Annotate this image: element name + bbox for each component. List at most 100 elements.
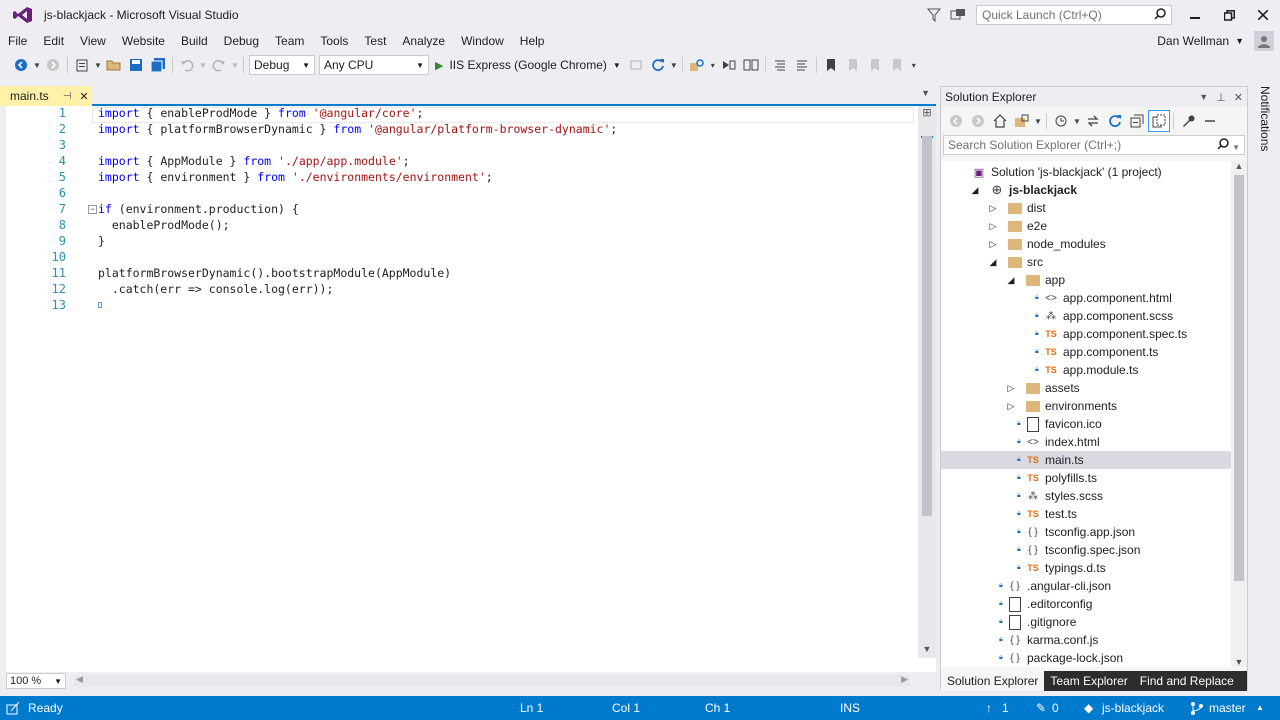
menu-window[interactable]: Window bbox=[453, 30, 512, 52]
feedback-icon[interactable] bbox=[946, 3, 970, 27]
close-button[interactable] bbox=[1246, 0, 1280, 30]
restore-button[interactable] bbox=[1212, 0, 1246, 30]
git-branch-icon[interactable] bbox=[1190, 696, 1204, 720]
tree-item[interactable]: 🔒︎ TS polyfills.ts bbox=[941, 469, 1231, 487]
tree-item[interactable]: ▣ Solution 'js-blackjack' (1 project) bbox=[941, 163, 1231, 181]
chevron-down-icon[interactable]: ▼ bbox=[669, 54, 679, 76]
code-line[interactable]: if (environment.production) { bbox=[98, 202, 299, 216]
collapse-all-icon[interactable] bbox=[1126, 110, 1148, 132]
tree-item[interactable]: 🔒︎ ⁂ app.component.scss bbox=[941, 307, 1231, 325]
branch-name[interactable]: master bbox=[1209, 696, 1246, 720]
home-icon[interactable] bbox=[989, 110, 1011, 132]
find-in-files-icon[interactable] bbox=[686, 54, 708, 76]
solution-search-input[interactable]: Search Solution Explorer (Ctrl+;) ▼ bbox=[943, 135, 1245, 155]
browser-link-icon[interactable] bbox=[625, 54, 647, 76]
code-editor[interactable]: 1 2 3 4 5 6 7 8 9 10 11 12 13 − import { enableProdM… bbox=[0, 106, 936, 672]
tree-item[interactable]: 🔒︎ TS app.module.ts bbox=[941, 361, 1231, 379]
refresh-icon[interactable] bbox=[1104, 110, 1126, 132]
save-all-icon[interactable] bbox=[147, 54, 169, 76]
tree-scrollbar[interactable]: ▲ ▼ bbox=[1231, 161, 1247, 667]
collapsed-arrow-icon[interactable]: ▷ bbox=[1005, 383, 1017, 394]
unpushed-count[interactable]: 1 bbox=[1002, 696, 1009, 720]
code-line[interactable]: enableProdMode(); bbox=[98, 218, 230, 232]
redo-icon[interactable] bbox=[208, 54, 230, 76]
collapse-toggle[interactable]: − bbox=[88, 205, 97, 214]
menu-test[interactable]: Test bbox=[356, 30, 394, 52]
pencil-icon[interactable]: ✎ bbox=[1036, 696, 1046, 720]
code-line[interactable]: import { enableProdMode } from '@angular… bbox=[98, 106, 423, 120]
tab-solution-explorer[interactable]: Solution Explorer bbox=[941, 671, 1045, 691]
menu-build[interactable]: Build bbox=[173, 30, 216, 52]
tree-item[interactable]: 🔒︎ favicon.ico bbox=[941, 415, 1231, 433]
tree-item[interactable]: ▷ e2e bbox=[941, 217, 1231, 235]
code-line[interactable]: .catch(err => console.log(err)); bbox=[98, 282, 334, 296]
zoom-select[interactable]: 100 % ▼ bbox=[6, 673, 66, 689]
solution-tree[interactable]: ▣ Solution 'js-blackjack' (1 project) ◢ ⊕ js… bbox=[941, 161, 1231, 667]
tree-item[interactable]: ▷ dist bbox=[941, 199, 1231, 217]
scroll-left-icon[interactable]: ◀ bbox=[76, 674, 83, 685]
tree-item[interactable]: 🔒︎ .gitignore bbox=[941, 613, 1231, 631]
code-line[interactable]: import { environment } from './environme… bbox=[98, 170, 493, 184]
collapsed-arrow-icon[interactable]: ▷ bbox=[987, 221, 999, 232]
chevron-down-icon[interactable]: ▼ bbox=[1235, 36, 1244, 46]
tree-item[interactable]: 🔒︎ ⁂ styles.scss bbox=[941, 487, 1231, 505]
clear-bookmarks-icon[interactable] bbox=[886, 54, 908, 76]
scroll-right-icon[interactable]: ▶ bbox=[901, 674, 908, 685]
arrow-up-icon[interactable]: ↑ bbox=[986, 696, 992, 720]
chevron-down-icon[interactable]: ▼ bbox=[230, 54, 240, 76]
account-area[interactable]: Dan Wellman ▼ bbox=[1157, 30, 1280, 52]
refresh-icon[interactable] bbox=[647, 54, 669, 76]
configuration-select[interactable]: Debug ▼ bbox=[249, 55, 315, 75]
close-icon[interactable]: ✕ bbox=[1234, 91, 1243, 104]
tab-main-ts[interactable]: main.ts ⊣ ✕ bbox=[0, 86, 92, 106]
pin-icon[interactable]: ⊣ bbox=[63, 91, 72, 102]
uncomment-icon[interactable] bbox=[791, 54, 813, 76]
step-icon[interactable] bbox=[718, 54, 740, 76]
filter-icon[interactable] bbox=[922, 3, 946, 27]
pin-icon[interactable]: ⊥ bbox=[1216, 91, 1226, 104]
collapsed-arrow-icon[interactable]: ▷ bbox=[1005, 401, 1017, 412]
tree-item[interactable]: 🔒︎ .editorconfig bbox=[941, 595, 1231, 613]
wrench-icon[interactable] bbox=[1177, 110, 1199, 132]
layout-icon[interactable] bbox=[740, 54, 762, 76]
switch-views-icon[interactable] bbox=[1011, 110, 1033, 132]
chevron-down-icon[interactable]: ▼ bbox=[198, 54, 208, 76]
new-project-icon[interactable] bbox=[71, 54, 93, 76]
editor-vertical-scrollbar[interactable]: ⊞ ▼ bbox=[918, 106, 936, 658]
chevron-up-icon[interactable]: ▲ bbox=[1256, 696, 1264, 720]
chevron-down-icon[interactable]: ▼ bbox=[93, 54, 103, 76]
code-line[interactable]: import { AppModule } from './app/app.mod… bbox=[98, 154, 410, 168]
tree-item[interactable]: 🔒︎ TS typings.d.ts bbox=[941, 559, 1231, 577]
tree-item[interactable]: 🔒︎ { } karma.conf.js bbox=[941, 631, 1231, 649]
collapsed-arrow-icon[interactable]: ▷ bbox=[987, 239, 999, 250]
scroll-down-icon[interactable]: ▼ bbox=[1231, 657, 1247, 667]
editor-horizontal-scrollbar[interactable]: ◀ ▶ bbox=[74, 674, 910, 687]
tree-item[interactable]: 🔒︎ TS test.ts bbox=[941, 505, 1231, 523]
repository-name[interactable]: js-blackjack bbox=[1102, 696, 1164, 720]
changes-count[interactable]: 0 bbox=[1052, 696, 1059, 720]
chevron-down-icon[interactable]: ▼ bbox=[1072, 110, 1082, 132]
scroll-down-icon[interactable]: ▼ bbox=[918, 644, 936, 658]
tree-item[interactable]: ▷ environments bbox=[941, 397, 1231, 415]
next-bookmark-icon[interactable] bbox=[864, 54, 886, 76]
toolbar-overflow-icon[interactable]: ▾ bbox=[908, 54, 920, 76]
back-icon[interactable] bbox=[10, 54, 32, 76]
menu-edit[interactable]: Edit bbox=[35, 30, 72, 52]
menu-tools[interactable]: Tools bbox=[312, 30, 356, 52]
save-icon[interactable] bbox=[125, 54, 147, 76]
menu-file[interactable]: File bbox=[0, 30, 35, 52]
show-all-files-icon[interactable] bbox=[1148, 110, 1170, 132]
forward-icon[interactable] bbox=[967, 110, 989, 132]
back-icon[interactable] bbox=[945, 110, 967, 132]
code-line[interactable]: platformBrowserDynamic().bootstrapModule… bbox=[98, 266, 451, 280]
close-icon[interactable]: ✕ bbox=[79, 90, 88, 103]
platform-select[interactable]: Any CPU ▼ bbox=[319, 55, 429, 75]
menu-analyze[interactable]: Analyze bbox=[394, 30, 453, 52]
undo-icon[interactable] bbox=[176, 54, 198, 76]
tab-team-explorer[interactable]: Team Explorer bbox=[1044, 671, 1134, 691]
tree-item[interactable]: 🔒︎ { } tsconfig.spec.json bbox=[941, 541, 1231, 559]
tree-item[interactable]: 🔒︎ { } tsconfig.app.json bbox=[941, 523, 1231, 541]
menu-team[interactable]: Team bbox=[267, 30, 312, 52]
chevron-down-icon[interactable]: ▼ bbox=[921, 88, 930, 98]
tree-item[interactable]: 🔒︎ { } package-lock.json bbox=[941, 649, 1231, 667]
